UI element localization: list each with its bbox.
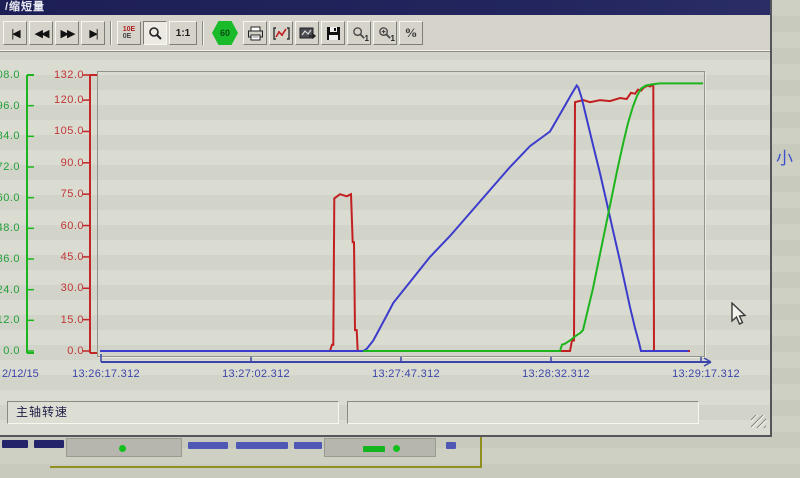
blurred-text <box>446 442 456 449</box>
blurred-text <box>294 442 322 449</box>
background-line <box>50 466 482 468</box>
green-indicator-dot <box>119 445 126 452</box>
blurred-text <box>2 440 28 448</box>
screen: 小 /缩短量 |◀ ◀◀ ▶▶ ▶| 10E 0E <box>0 0 800 478</box>
pen-value-field[interactable] <box>347 401 699 424</box>
hmi-button[interactable] <box>66 438 182 457</box>
series-blue-pen <box>100 86 688 352</box>
series-red-pen <box>100 86 690 352</box>
window-resize-grip[interactable] <box>751 415 766 428</box>
trend-window: /缩短量 |◀ ◀◀ ▶▶ ▶| 10E 0E 1:1 <box>0 0 772 437</box>
pen-name-field[interactable]: 主轴转速 <box>7 401 339 424</box>
blurred-text <box>188 442 228 449</box>
background-line <box>480 437 482 468</box>
status-bar: 主轴转速 <box>0 398 770 430</box>
hmi-button[interactable] <box>324 438 436 457</box>
blurred-text <box>34 440 64 448</box>
pen-name-value: 主轴转速 <box>16 405 68 419</box>
series-green-pen <box>363 83 703 351</box>
blurred-text <box>236 442 288 449</box>
background-partial-text: 小 <box>776 144 793 169</box>
green-indicator-dot <box>393 445 400 452</box>
blurred-green-text <box>363 446 385 452</box>
mouse-cursor-icon <box>728 302 750 328</box>
trend-chart-canvas <box>0 0 772 400</box>
